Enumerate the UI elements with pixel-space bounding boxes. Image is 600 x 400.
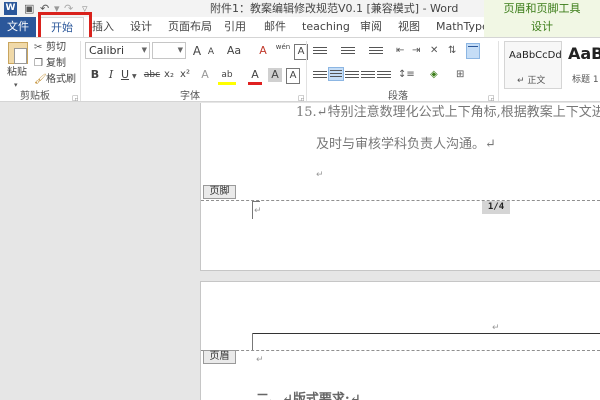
numbering-icon[interactable] bbox=[340, 45, 356, 59]
tab-file[interactable]: 文件 bbox=[0, 17, 36, 37]
ribbon-home: 粘贴 ▾ ✂ 剪切 ❐ 复制 🖌 格式刷 剪贴板 ◲ Calibri ▼ ▼ A… bbox=[0, 37, 600, 102]
header-footer-tools-label: 页眉和页脚工具 bbox=[484, 0, 600, 18]
group-divider bbox=[306, 41, 307, 101]
line-spacing-icon[interactable]: ↕≡ bbox=[398, 69, 415, 81]
paragraph-mark: ↵ bbox=[254, 206, 262, 216]
clipboard-group-label: 剪贴板 bbox=[20, 91, 50, 102]
font-group-label: 字体 bbox=[180, 91, 200, 102]
tab-page-layout[interactable]: 页面布局 bbox=[168, 17, 212, 37]
style-heading-1[interactable]: AaB 标题 1 bbox=[562, 41, 600, 89]
style-normal-label: ↵ 正文 bbox=[517, 76, 546, 86]
font-size-combo[interactable]: ▼ bbox=[152, 42, 186, 59]
distributed-icon[interactable] bbox=[376, 69, 392, 83]
copy-button[interactable]: 复制 bbox=[46, 57, 66, 70]
tab-mathtype[interactable]: MathType bbox=[436, 17, 489, 37]
word-app-icon: W bbox=[4, 2, 17, 15]
character-shading-button[interactable]: A bbox=[268, 68, 282, 82]
tab-design[interactable]: 设计 bbox=[130, 17, 152, 37]
paragraph-group-label: 段落 bbox=[388, 91, 408, 102]
subscript-button[interactable]: x₂ bbox=[162, 68, 176, 82]
tab-insert[interactable]: 插入 bbox=[92, 17, 114, 37]
style-normal-sample: AaBbCcDd bbox=[509, 50, 562, 61]
header-left-marker bbox=[252, 333, 253, 351]
increase-indent-icon[interactable]: ⇥ bbox=[412, 45, 420, 57]
tab-header-footer-design[interactable]: 设计 bbox=[484, 17, 600, 37]
body-paragraph-line[interactable]: 15.↵特别注意数理化公式上下角标,根据教案上下文进 bbox=[296, 105, 600, 121]
paragraph-launcher-icon[interactable]: ◲ bbox=[488, 94, 495, 102]
underline-dropdown-icon[interactable]: ▼ bbox=[132, 71, 137, 83]
decrease-indent-icon[interactable]: ⇤ bbox=[396, 45, 404, 57]
paste-dropdown-icon[interactable]: ▾ bbox=[14, 79, 18, 91]
font-name-combo[interactable]: Calibri ▼ bbox=[85, 42, 150, 59]
tab-review[interactable]: 审阅 bbox=[360, 17, 382, 37]
document-area bbox=[0, 103, 600, 400]
footer-boundary bbox=[201, 200, 600, 201]
bold-button[interactable]: B bbox=[88, 68, 102, 82]
styles-gallery: AaBbCcDd ↵ 正文 AaB 标题 1 bbox=[504, 41, 600, 89]
format-painter-icon: 🖌 bbox=[34, 74, 47, 85]
page-number-field[interactable]: 1/4 bbox=[482, 201, 510, 214]
show-marks-icon[interactable] bbox=[466, 43, 480, 59]
document-title: 附件1：教案编辑修改规范V0.1 [兼容模式] - Word bbox=[210, 2, 459, 15]
style-normal[interactable]: AaBbCcDd ↵ 正文 bbox=[504, 41, 562, 89]
copy-icon: ❐ bbox=[34, 58, 43, 69]
italic-button[interactable]: I bbox=[104, 68, 118, 82]
strikethrough-button[interactable]: abc bbox=[142, 68, 162, 82]
group-divider bbox=[80, 41, 81, 101]
grow-font-button[interactable]: A bbox=[190, 44, 204, 58]
change-case-button[interactable]: Aa bbox=[224, 44, 244, 58]
justify-icon[interactable] bbox=[360, 69, 376, 83]
format-painter-button[interactable]: 格式刷 bbox=[46, 73, 76, 86]
text-effects-button[interactable]: A bbox=[198, 68, 212, 82]
page-1 bbox=[200, 103, 600, 271]
chinese-layout-icon[interactable]: ✕ bbox=[430, 45, 438, 57]
chevron-down-icon: ▼ bbox=[141, 46, 147, 54]
sort-icon[interactable]: ⇅ bbox=[448, 45, 456, 57]
clear-formatting-button[interactable]: A bbox=[256, 44, 270, 58]
cut-button[interactable]: 剪切 bbox=[46, 41, 66, 54]
borders-icon[interactable]: ⊞ bbox=[456, 69, 464, 81]
highlight-button[interactable]: ab bbox=[218, 68, 236, 85]
font-launcher-icon[interactable]: ◲ bbox=[298, 94, 305, 102]
save-icon[interactable]: ▣ bbox=[24, 1, 34, 16]
tab-view[interactable]: 视图 bbox=[398, 17, 420, 37]
header-tag: 页眉 bbox=[203, 350, 236, 364]
header-rule bbox=[252, 333, 600, 334]
align-left-icon[interactable] bbox=[312, 69, 328, 83]
cut-icon: ✂ bbox=[34, 42, 43, 53]
tab-references[interactable]: 引用 bbox=[224, 17, 246, 37]
paragraph-mark: ↵ bbox=[316, 170, 324, 180]
underline-button[interactable]: U bbox=[118, 68, 132, 82]
style-heading-1-label: 标题 1 bbox=[572, 75, 599, 85]
paragraph-mark: ↵ bbox=[256, 355, 264, 365]
align-right-icon[interactable] bbox=[344, 69, 360, 83]
paragraph-mark: ↵ bbox=[492, 323, 500, 333]
bullets-icon[interactable] bbox=[312, 45, 328, 59]
multilevel-list-icon[interactable] bbox=[368, 45, 384, 59]
font-name-value: Calibri bbox=[89, 44, 125, 57]
chevron-down-icon: ▼ bbox=[177, 46, 183, 54]
phonetic-guide-button[interactable]: wén bbox=[274, 40, 292, 54]
superscript-button[interactable]: x² bbox=[178, 68, 192, 82]
style-heading-1-sample: AaB bbox=[568, 44, 600, 63]
enclose-characters-button[interactable]: A bbox=[286, 68, 300, 84]
page-2 bbox=[200, 281, 600, 400]
paste-button[interactable]: 粘贴 bbox=[7, 66, 27, 79]
align-center-icon[interactable] bbox=[328, 67, 344, 81]
footer-tag: 页脚 bbox=[203, 185, 236, 199]
header-boundary bbox=[201, 350, 600, 351]
font-color-button[interactable]: A bbox=[248, 68, 262, 85]
clipboard-launcher-icon[interactable]: ◲ bbox=[72, 94, 79, 102]
group-divider bbox=[498, 41, 499, 101]
tab-mailings[interactable]: 邮件 bbox=[264, 17, 286, 37]
tab-teaching[interactable]: teaching bbox=[302, 17, 350, 37]
body-paragraph-line[interactable]: 及时与审核学科负责人沟通。↵ bbox=[316, 137, 496, 153]
paste-icon[interactable] bbox=[8, 42, 28, 64]
shrink-font-button[interactable]: A bbox=[204, 45, 218, 59]
section-heading[interactable]: 二、↵版式要求:↵ bbox=[256, 388, 361, 400]
shading-icon[interactable]: ◈ bbox=[430, 69, 438, 81]
